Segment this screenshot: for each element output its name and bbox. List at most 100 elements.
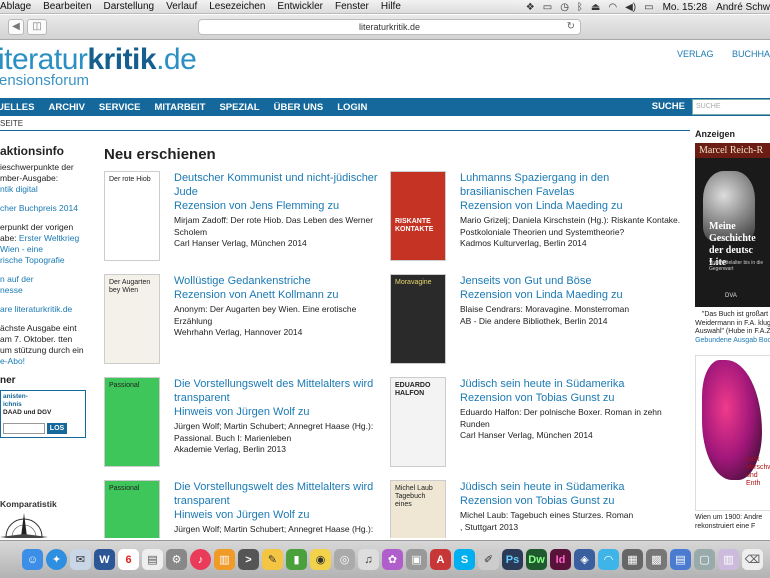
sidebar-toggle-icon[interactable]: ◫: [27, 19, 47, 35]
numbers-icon[interactable]: ▮: [286, 549, 307, 570]
menu-hilfe[interactable]: Hilfe: [381, 1, 401, 12]
script-editor-icon[interactable]: ♫: [358, 549, 379, 570]
battery-icon[interactable]: ▭: [644, 2, 653, 13]
cyberduck-icon[interactable]: ◉: [310, 549, 331, 570]
toplink-buchhandel[interactable]: BUCHHA: [732, 49, 770, 59]
nav-spezial[interactable]: SPEZIAL: [219, 102, 259, 113]
article-title[interactable]: Jenseits von Gut und Böse: [460, 274, 682, 288]
nav-service[interactable]: SERVICE: [99, 102, 141, 113]
article-title[interactable]: Deutscher Kommunist und nicht-jüdischer …: [174, 171, 396, 199]
article-review-link[interactable]: Rezension von Linda Maeding zu: [460, 199, 682, 213]
menu-ablage[interactable]: Ablage: [0, 1, 31, 12]
article-title[interactable]: Wollüstige Gedankenstriche: [174, 274, 396, 288]
ad-reich-ranicki-book[interactable]: Marcel Reich-R Meine Geschichte der deut…: [695, 143, 770, 307]
nav-aktuelles[interactable]: UELLES: [0, 102, 34, 113]
nav-mitarbeit[interactable]: MITARBEIT: [154, 102, 205, 113]
acrobat-icon[interactable]: A: [430, 549, 451, 570]
app5-icon[interactable]: ▤: [670, 549, 691, 570]
article-review-link[interactable]: Rezension von Jens Flemming zu: [174, 199, 396, 213]
bluetooth-icon[interactable]: ᛒ: [577, 2, 583, 13]
book-cover-image[interactable]: Passional: [104, 480, 160, 538]
user-name[interactable]: André Schw: [716, 2, 770, 13]
preview-icon[interactable]: ▤: [142, 549, 163, 570]
wifi-app-icon[interactable]: ◠: [598, 549, 619, 570]
search-input[interactable]: SUCHE: [692, 99, 770, 115]
skype-icon[interactable]: S: [454, 549, 475, 570]
menu-darstellung[interactable]: Darstellung: [104, 1, 155, 12]
wifi-icon[interactable]: ◠: [608, 2, 617, 13]
back-button[interactable]: ◀: [8, 19, 24, 35]
word-icon[interactable]: W: [94, 549, 115, 570]
menu-entwickler[interactable]: Entwickler: [277, 1, 323, 12]
breadcrumb[interactable]: SEITE: [0, 119, 23, 128]
volume-icon[interactable]: ◀): [625, 2, 636, 13]
dropbox-icon[interactable]: ❖: [526, 2, 535, 13]
menu-verlauf[interactable]: Verlauf: [166, 1, 197, 12]
app6-icon[interactable]: ▢: [694, 549, 715, 570]
los-button[interactable]: LOS: [47, 423, 67, 434]
komparatistik-label[interactable]: Komparatistik: [0, 499, 57, 509]
article-title[interactable]: Die Vorstellungswelt des Mittelalters wi…: [174, 377, 396, 405]
nav-login[interactable]: LOGIN: [337, 102, 367, 113]
link-literaturkritik[interactable]: are literaturkritik.de: [0, 304, 72, 314]
system-preferences-icon[interactable]: ⚙: [166, 549, 187, 570]
ad-lust-book[interactable]: Lust Verschw und Enth: [695, 355, 770, 511]
downloads-folder-icon[interactable]: ▥: [718, 549, 739, 570]
photoshop-icon[interactable]: Ps: [502, 549, 523, 570]
notes-icon[interactable]: ✎: [262, 549, 283, 570]
menu-fenster[interactable]: Fenster: [335, 1, 369, 12]
app4-icon[interactable]: ▩: [646, 549, 667, 570]
eject-icon[interactable]: ⏏: [591, 2, 600, 13]
article-review-link[interactable]: Hinweis von Jürgen Wolf zu: [174, 405, 396, 419]
article-review-link[interactable]: Rezension von Tobias Gunst zu: [460, 391, 682, 405]
article-title[interactable]: Jüdisch sein heute in Südamerika: [460, 480, 682, 494]
app-icon[interactable]: ✿: [382, 549, 403, 570]
clock[interactable]: Mo. 15:28: [663, 2, 707, 13]
article-review-link[interactable]: Hinweis von Jürgen Wolf zu: [174, 508, 396, 522]
book-cover-image[interactable]: Moravagine: [390, 274, 446, 364]
app2-icon[interactable]: ◈: [574, 549, 595, 570]
article-review-link[interactable]: Rezension von Anett Kollmann zu: [174, 288, 396, 302]
textedit-icon[interactable]: ✐: [478, 549, 499, 570]
book-cover-image[interactable]: Der rote Hiob: [104, 171, 160, 261]
toplink-verlag[interactable]: VERLAG: [677, 49, 714, 59]
calendar-icon[interactable]: 6: [118, 549, 139, 570]
address-bar[interactable]: literaturkritik.de ↻: [198, 19, 581, 35]
reload-icon[interactable]: ↻: [567, 20, 575, 34]
article-review-link[interactable]: Rezension von Linda Maeding zu: [460, 288, 682, 302]
mail-icon[interactable]: ✉: [70, 549, 91, 570]
book-cover-image[interactable]: EDUARDO HALFON: [390, 377, 446, 467]
book-cover-image[interactable]: Michel Laub Tagebuch eines: [390, 480, 446, 538]
article-title[interactable]: Die Vorstellungswelt des Mittelalters wi…: [174, 480, 396, 508]
book-cover-image[interactable]: Passional: [104, 377, 160, 467]
airplay-icon[interactable]: ▭: [543, 2, 552, 13]
finder-icon[interactable]: ☺: [22, 549, 43, 570]
link-wien[interactable]: Wien - eine: [0, 244, 43, 254]
timemachine-icon[interactable]: ◷: [560, 2, 569, 13]
germanisten-input[interactable]: [3, 423, 45, 434]
archive-icon[interactable]: ▣: [406, 549, 427, 570]
ibooks-icon[interactable]: ▥: [214, 549, 235, 570]
link-topografie[interactable]: rische Topografie: [0, 255, 65, 265]
article-title[interactable]: Jüdisch sein heute in Südamerika: [460, 377, 682, 391]
link-abo[interactable]: e-Abo!: [0, 356, 25, 366]
terminal-icon[interactable]: >: [238, 549, 259, 570]
dvd-icon[interactable]: ◎: [334, 549, 355, 570]
book-cover-image[interactable]: RISKANTE KONTAKTE: [390, 171, 446, 261]
article-title[interactable]: Luhmanns Spaziergang in den brasilianisc…: [460, 171, 682, 199]
link-kritik-digital[interactable]: ntik digital: [0, 184, 38, 194]
menu-bearbeiten[interactable]: Bearbeiten: [43, 1, 91, 12]
dreamweaver-icon[interactable]: Dw: [526, 549, 547, 570]
book-cover-image[interactable]: Der Augarten bey Wien: [104, 274, 160, 364]
nav-ueber-uns[interactable]: ÜBER UNS: [274, 102, 324, 113]
app3-icon[interactable]: ▦: [622, 549, 643, 570]
ad1-link[interactable]: Gebundene Ausgab Book: [695, 337, 770, 346]
nav-archiv[interactable]: ARCHIV: [48, 102, 84, 113]
indesign-icon[interactable]: Id: [550, 549, 571, 570]
itunes-icon[interactable]: ♪: [190, 549, 211, 570]
safari-icon[interactable]: ✦: [46, 549, 67, 570]
link-buchpreis[interactable]: cher Buchpreis 2014: [0, 203, 78, 213]
menu-lesezeichen[interactable]: Lesezeichen: [209, 1, 265, 12]
link-weltkrieg[interactable]: Erster Weltkrieg: [19, 233, 79, 243]
link-messe[interactable]: n auf der: [0, 274, 34, 284]
